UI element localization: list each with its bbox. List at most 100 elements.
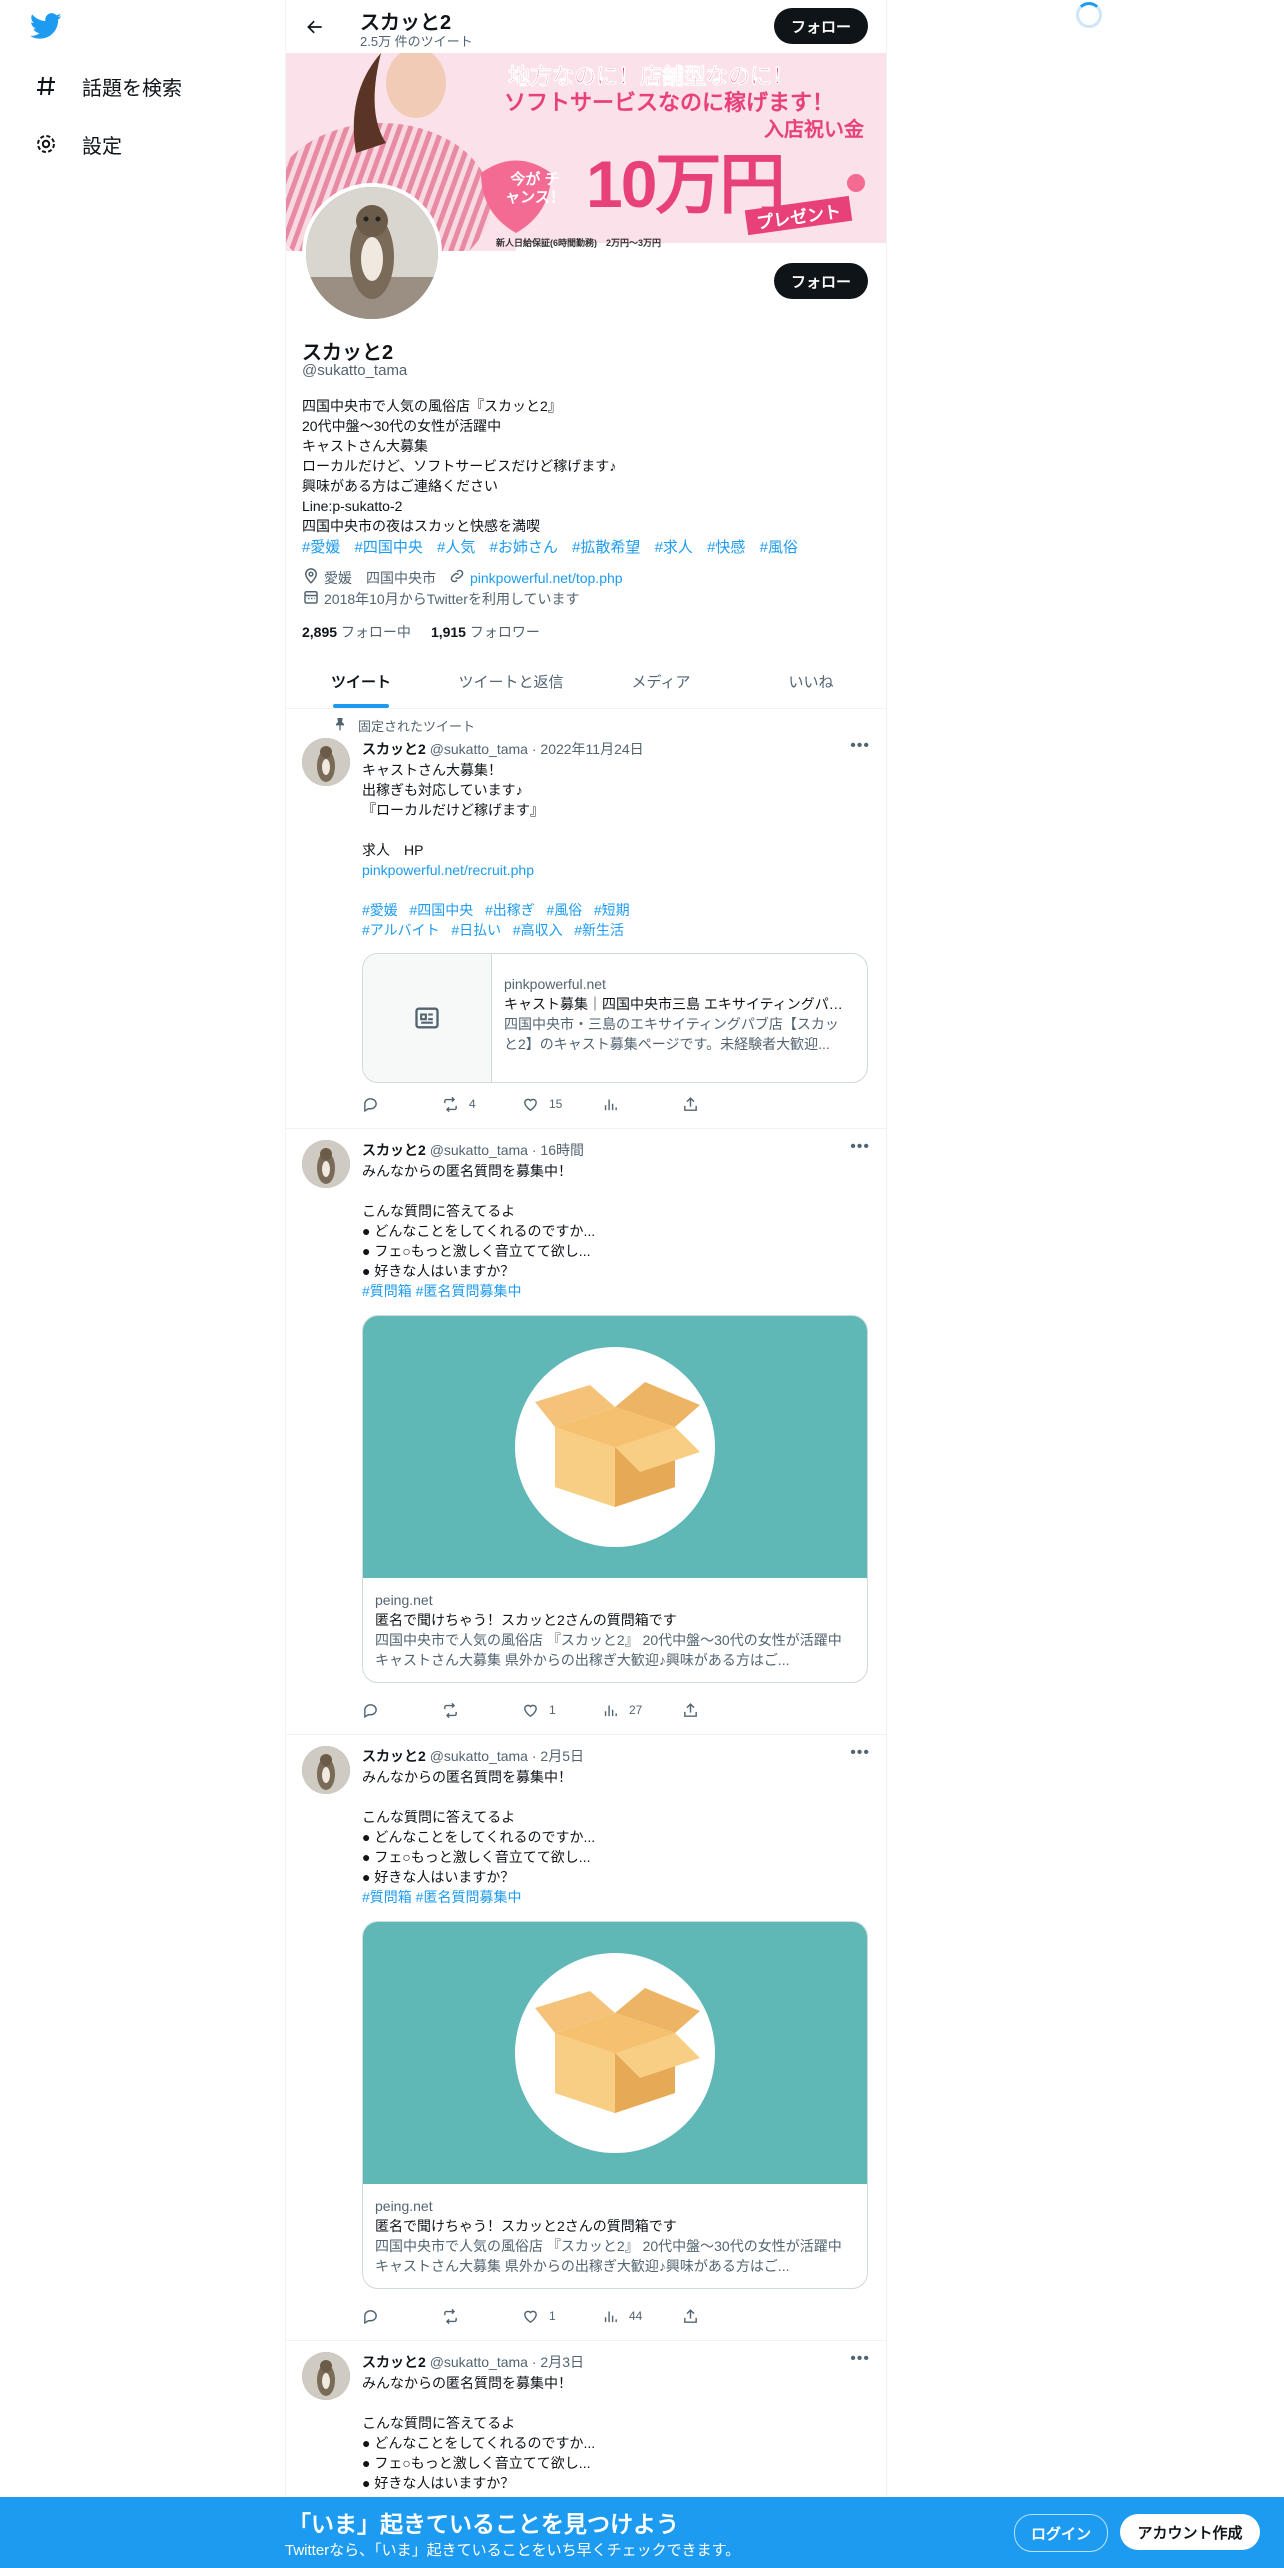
- cat-photo-image: [306, 187, 438, 319]
- retweet-button[interactable]: 4: [442, 1094, 522, 1114]
- tweet-link[interactable]: pinkpowerful.net/recruit.php: [362, 860, 872, 880]
- tweet-author-name[interactable]: スカッと2: [362, 2354, 426, 2370]
- hashtag-link[interactable]: #拡散希望: [572, 539, 640, 556]
- tweet-hashtags[interactable]: #質問箱 #匿名質問募集中: [362, 1887, 872, 1907]
- hashtag-link[interactable]: #新生活: [574, 922, 624, 938]
- profile-joined-date: 2018年10月からTwitterを利用しています: [324, 590, 580, 607]
- hashtag-link[interactable]: #四国中央: [355, 539, 423, 556]
- tweet-item[interactable]: スカッと2 @sukatto_tama · 2022年11月24日 ••• キャ…: [286, 712, 886, 1129]
- more-options-icon[interactable]: •••: [850, 1138, 870, 1156]
- create-account-button[interactable]: アカウント作成: [1120, 2514, 1260, 2550]
- tweet-line: ● フェ○もっと激しく音立てて欲し...: [362, 1243, 591, 1259]
- back-arrow-icon[interactable]: [300, 12, 330, 42]
- hashtag-link[interactable]: #風俗: [760, 539, 798, 556]
- bar-chart-icon: [604, 2311, 617, 2322]
- link-card[interactable]: peing.net 匿名で聞けちゃう！スカッと2さんの質問箱です 四国中央市で人…: [362, 1315, 868, 1683]
- tweet-author-name[interactable]: スカッと2: [362, 741, 426, 757]
- tweet-time[interactable]: 2022年11月24日: [540, 741, 643, 757]
- reply-button[interactable]: [362, 1094, 442, 1114]
- reply-button[interactable]: [362, 1700, 442, 1720]
- profile-avatar[interactable]: [302, 183, 442, 323]
- followers-stat[interactable]: 1,915 フォロワー: [431, 622, 540, 642]
- tweet-item[interactable]: スカッと2 @sukatto_tama · 16時間 ••• みんなからの匿名質…: [286, 1128, 886, 1735]
- reply-button[interactable]: [362, 2306, 442, 2326]
- profile-url-link[interactable]: pinkpowerful.net/top.php: [470, 570, 623, 586]
- like-count: 15: [549, 1097, 563, 1111]
- nav-explore[interactable]: 話題を検索: [30, 66, 182, 106]
- tweet-line: 『ローカルだけど稼げます』: [362, 802, 544, 818]
- tweet-line: ● 好きな人はいますか？: [362, 1869, 515, 1885]
- tweet-header: スカッと2 @sukatto_tama · 2月5日: [362, 1748, 584, 1764]
- tweet-author-handle[interactable]: @sukatto_tama: [430, 1142, 528, 1158]
- share-button[interactable]: [682, 1094, 762, 1114]
- hashtag-link[interactable]: #お姉さん: [490, 539, 558, 556]
- tweet-time[interactable]: 2月5日: [540, 1748, 584, 1764]
- share-button[interactable]: [682, 1700, 762, 1720]
- gear-icon: [30, 128, 62, 160]
- hashtag-link[interactable]: #高収入: [513, 922, 563, 938]
- bio-line: 興味がある方はご連絡ください: [302, 478, 498, 494]
- login-button[interactable]: ログイン: [1014, 2514, 1108, 2552]
- share-icon: [684, 1702, 697, 1717]
- link-card[interactable]: pinkpowerful.net キャスト募集｜四国中央市三島 エキサイティング…: [362, 953, 868, 1083]
- tweet-spacer: [362, 880, 872, 900]
- retweet-button[interactable]: [442, 2306, 522, 2326]
- retweet-button[interactable]: [442, 1700, 522, 1720]
- more-options-icon[interactable]: •••: [850, 737, 870, 755]
- hashtag-link[interactable]: #短期: [594, 902, 630, 918]
- hashtag-link[interactable]: #人気: [437, 539, 475, 556]
- retweet-count: 4: [469, 1097, 476, 1111]
- header-follow-button[interactable]: フォロー: [774, 8, 868, 44]
- followers-label: フォロワー: [469, 624, 540, 640]
- tweet-hashtags[interactable]: #質問箱 #匿名質問募集中: [362, 1281, 872, 1301]
- card-title: 匿名で聞けちゃう！スカッと2さんの質問箱です: [375, 2218, 677, 2234]
- views-button[interactable]: [602, 1094, 682, 1114]
- tweet-item[interactable]: スカッと2 @sukatto_tama · 2月5日 ••• みんなからの匿名質…: [286, 1734, 886, 2341]
- like-button[interactable]: 1: [522, 1700, 602, 1720]
- tweet-author-handle[interactable]: @sukatto_tama: [430, 741, 528, 757]
- views-button[interactable]: 27: [602, 1700, 682, 1720]
- tweet-author-name[interactable]: スカッと2: [362, 1748, 426, 1764]
- profile-follow-button[interactable]: フォロー: [774, 263, 868, 299]
- heart-icon: [524, 1704, 537, 1717]
- hashtag-link[interactable]: #アルバイト: [362, 922, 440, 938]
- tweet-avatar[interactable]: [302, 1746, 350, 1794]
- tweet-author-handle[interactable]: @sukatto_tama: [430, 1748, 528, 1764]
- like-button[interactable]: 15: [522, 1094, 602, 1114]
- tab-media[interactable]: メディア: [586, 655, 736, 708]
- like-button[interactable]: 1: [522, 2306, 602, 2326]
- box-icon: [515, 1953, 715, 2153]
- more-options-icon[interactable]: •••: [850, 2350, 870, 2368]
- tweet-hashtags: #愛媛 #四国中央 #出稼ぎ #風俗 #短期: [362, 900, 872, 920]
- tweet-time[interactable]: 2月3日: [540, 2354, 584, 2370]
- tweet-avatar[interactable]: [302, 738, 350, 786]
- tab-tweets-and-replies[interactable]: ツイートと返信: [436, 655, 586, 708]
- tweet-author-handle[interactable]: @sukatto_tama: [430, 2354, 528, 2370]
- hashtag-link[interactable]: #出稼ぎ: [485, 902, 535, 918]
- twitter-logo-icon[interactable]: [30, 10, 66, 46]
- hashtag-link[interactable]: #愛媛: [362, 902, 398, 918]
- tweet-time[interactable]: 16時間: [540, 1142, 584, 1158]
- followers-count: 1,915: [430, 624, 466, 640]
- hashtag-link[interactable]: #求人: [655, 539, 693, 556]
- profile-meta-joined: 2018年10月からTwitterを利用しています: [302, 588, 580, 609]
- tab-tweets[interactable]: ツイート: [286, 655, 436, 708]
- tweet-line: こんな質問に答えてるよ: [362, 1809, 516, 1825]
- hashtag-link[interactable]: #快感: [707, 539, 745, 556]
- hashtag-link[interactable]: #日払い: [451, 922, 501, 938]
- hashtag-link[interactable]: #風俗: [546, 902, 582, 918]
- share-button[interactable]: [682, 2306, 762, 2326]
- tweet-author-name[interactable]: スカッと2: [362, 1142, 426, 1158]
- link-card[interactable]: peing.net 匿名で聞けちゃう！スカッと2さんの質問箱です 四国中央市で人…: [362, 1921, 868, 2289]
- hashtag-link[interactable]: #四国中央: [409, 902, 473, 918]
- tweet-avatar[interactable]: [302, 1140, 350, 1188]
- link-icon: [448, 567, 466, 588]
- following-stat[interactable]: 2,895 フォロー中: [302, 622, 411, 642]
- more-options-icon[interactable]: •••: [850, 1744, 870, 1762]
- nav-settings[interactable]: 設定: [30, 124, 122, 164]
- tweet-line: ● フェ○もっと激しく音立てて欲し...: [362, 1849, 591, 1865]
- tweet-avatar[interactable]: [302, 2352, 350, 2400]
- tab-likes[interactable]: いいね: [736, 655, 886, 708]
- hashtag-link[interactable]: #愛媛: [302, 539, 340, 556]
- views-button[interactable]: 44: [602, 2306, 682, 2326]
